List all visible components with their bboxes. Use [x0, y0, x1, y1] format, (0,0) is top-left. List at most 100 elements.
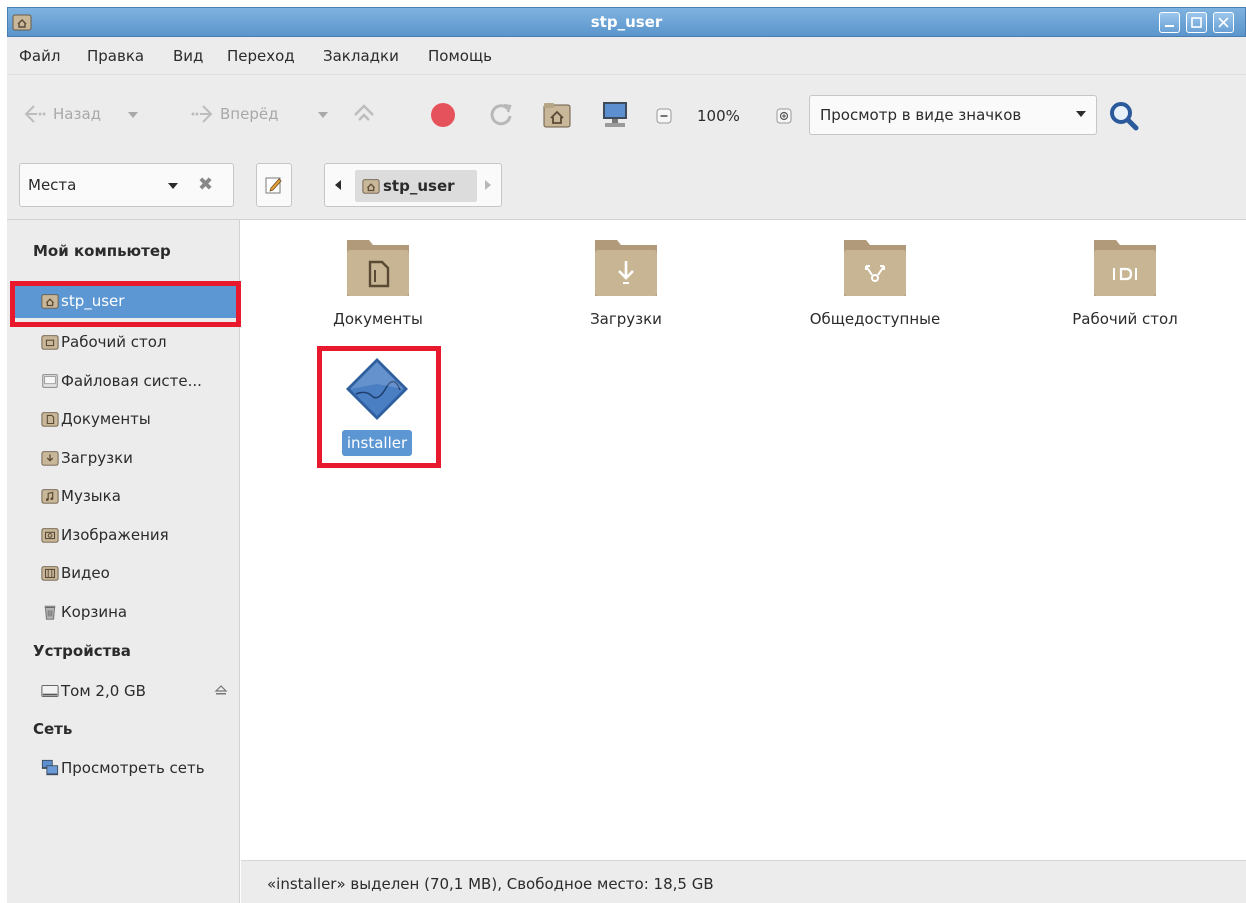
- sidebar-section-network: Сеть: [33, 720, 73, 738]
- zoom-out-icon[interactable]: [656, 108, 672, 124]
- downloads-folder-icon: [41, 451, 59, 466]
- sidebar-item-label: Музыка: [61, 487, 121, 505]
- chevron-down-icon: [168, 183, 178, 189]
- file-item[interactable]: Общедоступные: [790, 234, 960, 328]
- file-item[interactable]: Документы: [293, 234, 463, 328]
- back-button[interactable]: Назад: [23, 103, 101, 125]
- zoom-level: 100%: [697, 107, 740, 125]
- sidebar-item-label: Файловая систе...: [61, 372, 202, 390]
- sidebar-item-music[interactable]: Музыка: [14, 479, 238, 513]
- sidebar-item-pictures[interactable]: Изображения: [14, 518, 238, 552]
- maximize-button[interactable]: [1186, 12, 1207, 33]
- music-folder-icon: [41, 489, 59, 504]
- sidebar-item-label: Изображения: [61, 526, 169, 544]
- title-bar: stp_user: [7, 7, 1246, 37]
- sidebar-item-label: Корзина: [61, 603, 128, 621]
- back-label: Назад: [53, 105, 102, 123]
- sidebar-item-label: Просмотреть сеть: [61, 759, 205, 777]
- sidebar-item-label: Документы: [61, 410, 151, 428]
- sidebar-item-label: stp_user: [61, 292, 125, 310]
- sidebar-item-trash[interactable]: Корзина: [14, 595, 238, 629]
- breadcrumb-label: stp_user: [383, 177, 455, 195]
- menu-bookmarks[interactable]: Закладки: [323, 47, 399, 65]
- sidebar-item-browse-network[interactable]: Просмотреть сеть: [14, 751, 238, 785]
- home-folder-icon[interactable]: [542, 100, 572, 130]
- sidebar-section-computer: Мой компьютер: [33, 242, 171, 260]
- sidebar-item-home[interactable]: stp_user: [14, 284, 238, 318]
- menu-edit[interactable]: Правка: [87, 47, 144, 65]
- sidebar-item-filesystem[interactable]: Файловая систе...: [14, 364, 238, 398]
- downloads-folder-icon: [595, 240, 657, 296]
- status-text: «installer» выделен (70,1 MB), Свободное…: [267, 875, 714, 893]
- file-item[interactable]: Рабочий стол: [1040, 234, 1210, 328]
- sidebar-item-label: Рабочий стол: [61, 333, 167, 351]
- sidebar-section-devices: Устройства: [33, 642, 131, 660]
- view-mode-label: Просмотр в виде значков: [820, 106, 1022, 124]
- desktop-folder-icon: [41, 335, 59, 350]
- menu-file[interactable]: Файл: [19, 47, 60, 65]
- sidebar-item-label: Загрузки: [61, 449, 133, 467]
- edit-location-button[interactable]: [256, 163, 292, 207]
- close-button[interactable]: [1213, 12, 1234, 33]
- window-title: stp_user: [590, 13, 663, 31]
- search-icon[interactable]: [1107, 99, 1141, 133]
- view-mode-select[interactable]: Просмотр в виде значков: [809, 95, 1097, 135]
- menu-view[interactable]: Вид: [173, 47, 203, 65]
- file-item[interactable]: Загрузки: [541, 234, 711, 328]
- sidebar-item-documents[interactable]: Документы: [14, 402, 238, 436]
- menu-bar: Файл Правка Вид Переход Закладки Помощь: [7, 37, 1246, 75]
- documents-folder-icon: [41, 412, 59, 427]
- edit-icon: [265, 177, 282, 194]
- drive-icon: [41, 685, 59, 697]
- desktop-folder-icon: [1094, 240, 1156, 296]
- location-bar: Места ✖ stp_user: [7, 151, 1246, 220]
- menu-help[interactable]: Помощь: [428, 47, 492, 65]
- file-item-label: Общедоступные: [809, 310, 941, 328]
- status-bar: «installer» выделен (70,1 MB), Свободное…: [241, 860, 1246, 903]
- home-folder-icon: [41, 294, 59, 309]
- close-side-pane-icon[interactable]: ✖: [198, 174, 213, 195]
- sidebar-item-videos[interactable]: Видео: [14, 556, 238, 590]
- forward-label: Вперёд: [220, 105, 279, 123]
- sidebar-item-volume[interactable]: Том 2,0 GB: [14, 674, 238, 708]
- public-folder-icon: [844, 240, 906, 296]
- file-item-label: Рабочий стол: [1072, 310, 1178, 328]
- pictures-folder-icon: [41, 528, 59, 543]
- trash-icon: [44, 605, 56, 620]
- filesystem-icon: [42, 374, 58, 388]
- chevron-right-icon[interactable]: [485, 180, 491, 190]
- file-icon-view: Документы Загрузки Общедоступные Рабочий…: [241, 220, 1246, 860]
- forward-history-dropdown[interactable]: [318, 112, 328, 118]
- toolbar: Назад Вперёд 100% Просмотр в виде значко…: [7, 75, 1246, 151]
- stop-icon[interactable]: [430, 102, 456, 128]
- reload-icon[interactable]: [487, 101, 515, 129]
- forward-button[interactable]: Вперёд: [190, 103, 278, 125]
- file-item-label: Документы: [333, 310, 423, 328]
- sidebar-item-label: Видео: [61, 564, 110, 582]
- sidebar: Мой компьютер stp_user Рабочий стол Файл…: [7, 220, 240, 903]
- sidebar-item-label: Том 2,0 GB: [61, 682, 146, 700]
- sidebar-item-downloads[interactable]: Загрузки: [14, 441, 238, 475]
- breadcrumb: stp_user: [324, 163, 502, 207]
- side-pane-label: Места: [28, 176, 77, 194]
- up-arrow-icon[interactable]: [350, 101, 378, 129]
- network-icon: [41, 759, 59, 776]
- breadcrumb-item-home[interactable]: stp_user: [355, 170, 477, 202]
- back-history-dropdown[interactable]: [128, 112, 138, 118]
- home-folder-icon: [362, 179, 380, 194]
- minimize-button[interactable]: [1159, 12, 1180, 33]
- documents-folder-icon: [347, 240, 409, 296]
- chevron-left-icon[interactable]: [335, 180, 341, 190]
- file-item-selected[interactable]: installer: [292, 354, 462, 456]
- computer-icon[interactable]: [599, 99, 631, 131]
- side-pane-select[interactable]: Места ✖: [19, 163, 234, 207]
- executable-file-icon: [346, 358, 408, 420]
- eject-icon[interactable]: [214, 683, 228, 697]
- menu-go[interactable]: Переход: [227, 47, 295, 65]
- back-arrow-icon: [24, 105, 46, 123]
- file-item-label: installer: [341, 430, 413, 456]
- sidebar-item-desktop[interactable]: Рабочий стол: [14, 325, 238, 359]
- zoom-in-icon[interactable]: [776, 108, 792, 124]
- forward-arrow-icon: [191, 105, 213, 123]
- videos-folder-icon: [41, 566, 59, 581]
